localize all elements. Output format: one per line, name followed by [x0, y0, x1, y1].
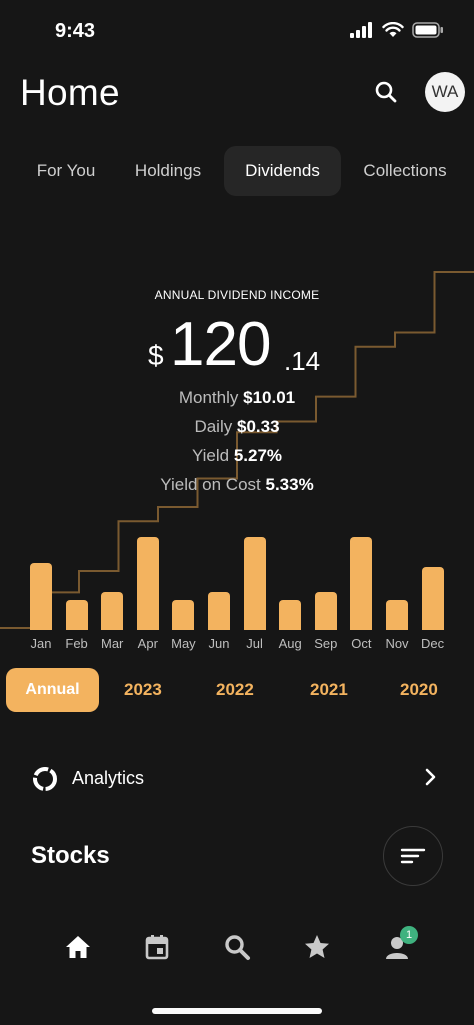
stat-value: $0.33 [236, 417, 280, 436]
wifi-icon [382, 22, 404, 37]
stat-value: 5.33% [265, 475, 314, 494]
bottom-nav: 1 [0, 920, 474, 980]
search-button[interactable] [370, 76, 402, 108]
bar-label-nov: Nov [385, 636, 409, 651]
calendar-icon [145, 935, 169, 960]
stat-value: $10.01 [243, 388, 296, 407]
nav-calendar[interactable] [140, 930, 174, 964]
status-time: 9:43 [55, 20, 96, 42]
avatar[interactable]: WA [425, 72, 465, 112]
bar-label-may: May [171, 636, 196, 651]
home-icon [66, 936, 90, 958]
stat-yield: Yield 5.27% [0, 446, 474, 475]
tab-collections[interactable]: Collections [350, 146, 460, 196]
tab-holdings[interactable]: Holdings [122, 146, 214, 196]
stat-label: Yield on Cost [160, 475, 261, 494]
bar-label-oct: Oct [351, 636, 372, 651]
stocks-title: Stocks [31, 842, 110, 869]
bar-jun[interactable] [208, 591, 230, 630]
stat-monthly: Monthly $10.01 [0, 388, 474, 417]
bar-jan[interactable] [30, 563, 52, 630]
monthly-dividend-chart: Jan Feb Mar Apr May Jun Jul Aug Sep Oct Nov Dec [0, 530, 474, 660]
dividend-stats: Monthly $10.01 Daily $0.33 Yield 5.27% Y… [0, 388, 474, 504]
bar-label-apr: Apr [137, 636, 158, 651]
year-2020-button[interactable]: 2020 [400, 668, 438, 712]
annual-income-label: ANNUAL DIVIDEND INCOME [154, 288, 320, 302]
year-2023-button[interactable]: 2023 [124, 668, 162, 712]
currency-symbol: $ [148, 340, 164, 371]
stat-daily: Daily $0.33 [0, 417, 474, 446]
tab-dividends[interactable]: Dividends [224, 146, 341, 196]
analytics-label: Analytics [72, 768, 145, 788]
chevron-right-icon [425, 768, 436, 786]
bar-may[interactable] [172, 600, 195, 630]
bar-label-jun: Jun [208, 636, 230, 651]
page-title: Home [20, 72, 120, 113]
year-2021-button[interactable]: 2021 [310, 668, 348, 712]
search-icon [225, 935, 250, 960]
bar-sep[interactable] [314, 591, 337, 630]
stat-yield-on-cost: Yield on Cost 5.33% [0, 475, 474, 504]
home-indicator [152, 1008, 322, 1014]
annual-income-amount: $ 120 .14 [0, 310, 474, 380]
sort-icon [400, 848, 426, 864]
tab-bar: For You Holdings Dividends Collections [0, 146, 474, 196]
bar-label-jan: Jan [30, 636, 52, 651]
nav-profile[interactable]: 1 [380, 926, 418, 964]
bar-label-sep: Sep [314, 636, 338, 651]
bar-label-feb: Feb [65, 636, 88, 651]
stat-value: 5.27% [233, 446, 283, 465]
year-2022-button[interactable]: 2022 [216, 668, 254, 712]
header: Home WA [0, 66, 474, 126]
bar-label-aug: Aug [278, 636, 302, 651]
income-decimal: .14 [284, 346, 321, 376]
year-selector: Annual 2023 2022 2021 2020 [0, 668, 474, 712]
nav-home[interactable] [61, 930, 95, 964]
income-whole: 120 [170, 310, 271, 379]
year-annual-button[interactable]: Annual [6, 668, 99, 712]
bar-oct[interactable] [350, 537, 373, 630]
bar-mar[interactable] [101, 591, 124, 630]
search-icon [375, 81, 397, 103]
stat-label: Daily [194, 417, 233, 436]
bar-nov[interactable] [386, 600, 408, 630]
nav-search[interactable] [220, 930, 254, 964]
status-icons [350, 22, 444, 38]
bar-label-mar: Mar [100, 636, 124, 651]
bar-apr[interactable] [136, 537, 159, 630]
stat-label: Yield [191, 446, 230, 465]
bar-label-jul: Jul [246, 636, 263, 651]
bar-jul[interactable] [243, 537, 266, 630]
tab-for-you[interactable]: For You [22, 146, 110, 196]
bar-aug[interactable] [279, 600, 302, 630]
donut-chart-icon [33, 767, 57, 791]
notification-badge: 1 [400, 926, 418, 944]
nav-favorites[interactable] [300, 930, 334, 964]
annual-income-summary: ANNUAL DIVIDEND INCOME $ 120 .14 [0, 288, 474, 380]
status-bar: 9:43 [0, 0, 474, 60]
analytics-row[interactable]: Analytics [0, 756, 474, 802]
bar-feb[interactable] [65, 600, 88, 630]
bar-dec[interactable] [421, 566, 444, 630]
star-icon [305, 935, 329, 958]
sort-button[interactable] [383, 826, 443, 886]
stat-label: Monthly [178, 388, 239, 407]
signal-icon [350, 22, 372, 38]
bar-label-dec: Dec [421, 636, 445, 651]
battery-icon [412, 22, 443, 38]
